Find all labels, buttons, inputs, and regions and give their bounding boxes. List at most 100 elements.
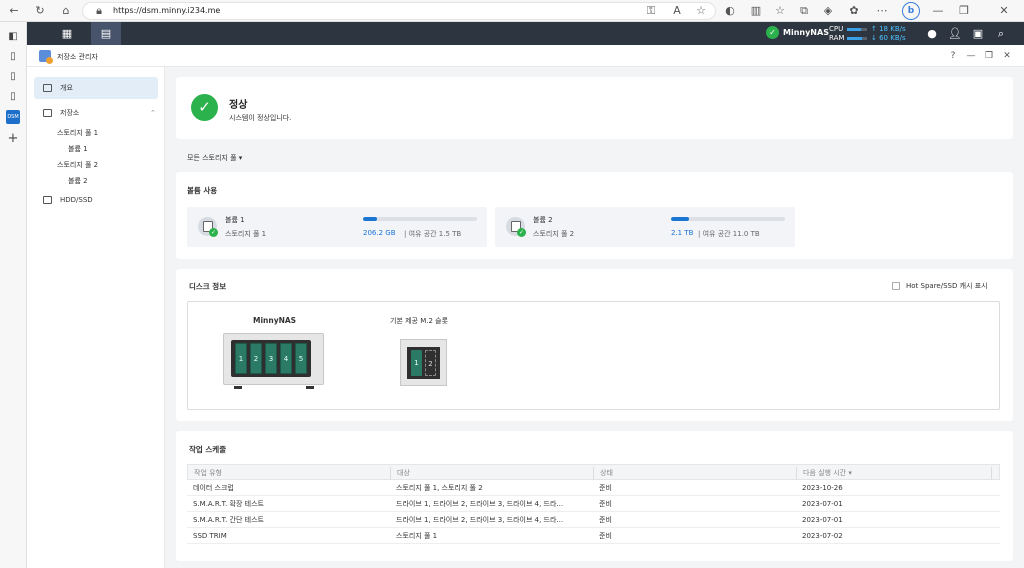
cpu-meter	[847, 28, 867, 31]
column-header[interactable]: 상태	[600, 465, 613, 481]
extensions-icon[interactable]: ◐	[722, 3, 738, 19]
home-icon[interactable]: ⌂	[58, 3, 74, 19]
column-divider[interactable]	[991, 467, 992, 479]
extension-puzzle-icon[interactable]: ✿	[846, 3, 862, 19]
nav-item-hdd-ssd[interactable]: HDD/SSD	[34, 189, 158, 211]
column-header[interactable]: 작업 유형	[194, 465, 222, 481]
split-screen-icon[interactable]: ▥	[748, 3, 764, 19]
chevron-up-icon[interactable]: ⌃	[150, 102, 156, 124]
storage-manager-icon	[39, 50, 53, 64]
window-header: 저장소 관리자 ? — ❐ ✕	[27, 45, 1024, 67]
nav-item-pool-2[interactable]: 스토리지 풀 2	[57, 160, 98, 170]
pool-filter-dropdown[interactable]: 모든 스토리지 풀 ▾	[187, 153, 242, 163]
column-header[interactable]: 대상	[397, 465, 410, 481]
cpu-label: CPU	[829, 25, 844, 33]
overview-icon	[43, 84, 52, 92]
read-aloud-icon[interactable]: A	[669, 3, 685, 19]
volume-free: | 여유 공간 11.0 TB	[698, 230, 760, 238]
table-row[interactable]: SSD TRIM 스토리지 풀 1 준비 2023-07-02	[187, 528, 1000, 544]
drive-bay-5[interactable]: 5	[295, 343, 307, 374]
address-bar[interactable]: 🔒︎ https://dsm.minny.i234.me ⚿ A ☆	[82, 2, 716, 20]
page-icon[interactable]: ▯	[6, 90, 20, 104]
nav-item-overview[interactable]: 개요	[34, 77, 158, 99]
storage-manager-taskbar-icon[interactable]: ▤	[91, 22, 121, 45]
notification-icon[interactable]: ●	[923, 25, 941, 43]
volume-name: 볼륨 2	[533, 216, 553, 224]
drive-bay-3[interactable]: 3	[265, 343, 277, 374]
m2-slot-frame: 1 2	[407, 347, 440, 379]
column-divider[interactable]	[796, 467, 797, 479]
new-tab-icon[interactable]: +	[6, 132, 20, 146]
copilot-icon[interactable]: b	[902, 2, 920, 20]
m2-slot-1[interactable]: 1	[411, 350, 422, 376]
storage-icon	[43, 109, 52, 117]
nas-bezel: 1 2 3 4 5	[231, 340, 311, 377]
more-icon[interactable]: ⋯	[874, 3, 890, 19]
dsm-tab-icon[interactable]: DSM	[6, 110, 20, 124]
column-divider[interactable]	[390, 467, 391, 479]
favorite-star-icon[interactable]: ☆	[693, 3, 709, 19]
nas-device[interactable]: 1 2 3 4 5	[223, 333, 324, 389]
task-next-run: 2023-07-01	[802, 516, 843, 524]
back-icon[interactable]: ←	[6, 3, 22, 19]
window-title: 저장소 관리자	[57, 53, 98, 61]
m2-slot-2[interactable]: 2	[425, 350, 436, 376]
nas-name: MinnyNAS	[253, 316, 297, 325]
restore-icon[interactable]: ❐	[956, 3, 972, 19]
shield-icon[interactable]: ◈	[820, 3, 836, 19]
minimize-icon[interactable]: —	[930, 3, 946, 19]
drive-bay-4[interactable]: 4	[280, 343, 292, 374]
nav-item-pool-1[interactable]: 스토리지 풀 1	[57, 128, 98, 138]
search-icon[interactable]: ⌕	[992, 25, 1010, 43]
task-target: 드라이브 1, 드라이브 2, 드라이브 3, 드라이브 4, 드라...	[396, 500, 564, 508]
collections-icon[interactable]: ⧉	[796, 3, 812, 19]
nav-item-volume-1[interactable]: 볼륨 1	[68, 144, 88, 154]
minimize-window-icon[interactable]: —	[964, 49, 978, 63]
hotspare-checkbox[interactable]	[892, 282, 900, 290]
key-icon[interactable]: ⚿	[643, 3, 659, 19]
table-row[interactable]: S.M.A.R.T. 간단 테스트 드라이브 1, 드라이브 2, 드라이브 3…	[187, 512, 1000, 528]
hdd-icon	[43, 196, 52, 204]
task-next-run: 2023-10-26	[802, 484, 843, 492]
column-divider[interactable]	[593, 467, 594, 479]
table-row[interactable]: S.M.A.R.T. 확장 테스트 드라이브 1, 드라이브 2, 드라이브 3…	[187, 496, 1000, 512]
task-type: S.M.A.R.T. 간단 테스트	[193, 516, 264, 524]
volume-name: 볼륨 1	[225, 216, 245, 224]
table-row[interactable]: 데이터 스크럽 스토리지 풀 1, 스토리지 풀 2 준비 2023-10-26	[187, 480, 1000, 496]
nav-item-volume-2[interactable]: 볼륨 2	[68, 176, 88, 186]
drive-bay-2[interactable]: 2	[250, 343, 262, 374]
column-header[interactable]: 다음 실행 시간 ▾	[803, 465, 852, 481]
page-icon[interactable]: ▯	[6, 50, 20, 64]
favorites-icon[interactable]: ☆	[772, 3, 788, 19]
nav-label: HDD/SSD	[60, 196, 93, 204]
lock-icon: 🔒︎	[96, 4, 102, 17]
task-status: 준비	[599, 532, 612, 540]
hotspare-label[interactable]: Hot Spare/SSD 캐시 표시	[906, 281, 988, 291]
nav-item-storage[interactable]: 저장소 ⌃	[34, 102, 158, 124]
m2-device[interactable]: 1 2	[400, 339, 447, 386]
volume-free: | 여유 공간 1.5 TB	[404, 230, 462, 238]
system-health-icon[interactable]: ✓	[766, 26, 779, 39]
refresh-icon[interactable]: ↻	[32, 3, 48, 19]
dsm-taskbar: ▦ ▤ ✓ MinnyNAS CPU RAM ↑ 18 KB/s ↓ 60 KB…	[27, 22, 1024, 45]
volume-used: 2.1 TB	[671, 229, 694, 237]
status-title: 정상	[229, 100, 248, 111]
main-menu-icon[interactable]: ▦	[52, 22, 82, 45]
tab-actions-icon[interactable]: ◧	[6, 30, 20, 44]
task-status: 준비	[599, 500, 612, 508]
volume-card-1[interactable]: ✓ 볼륨 1 스토리지 풀 1 206.2 GB | 여유 공간 1.5 TB	[187, 207, 487, 247]
task-status: 준비	[599, 516, 612, 524]
close-icon[interactable]: ✕	[996, 3, 1012, 19]
task-next-run: 2023-07-01	[802, 500, 843, 508]
close-window-icon[interactable]: ✕	[1000, 49, 1014, 63]
status-card: ✓ 정상 시스템이 정상입니다.	[176, 77, 1013, 139]
drive-bay-1[interactable]: 1	[235, 343, 247, 374]
nas-foot	[306, 386, 314, 389]
maximize-window-icon[interactable]: ❐	[982, 49, 996, 63]
nav-label: 개요	[60, 84, 73, 92]
volume-card-2[interactable]: ✓ 볼륨 2 스토리지 풀 2 2.1 TB | 여유 공간 11.0 TB	[495, 207, 795, 247]
help-button[interactable]: ?	[946, 49, 960, 63]
widgets-icon[interactable]: ▣	[969, 25, 987, 43]
page-icon[interactable]: ▯	[6, 70, 20, 84]
user-icon[interactable]: 👤︎	[946, 25, 964, 43]
